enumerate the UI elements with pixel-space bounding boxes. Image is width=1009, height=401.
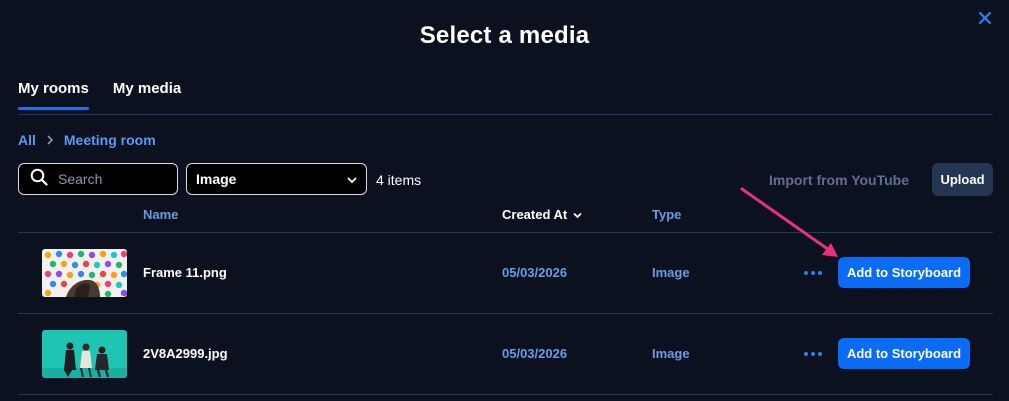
tabs-divider — [18, 114, 993, 115]
tab-my-rooms[interactable]: My rooms — [18, 80, 89, 110]
file-name: 2V8A2999.jpg — [143, 346, 228, 361]
item-count: 4 items — [376, 172, 422, 188]
thumbnail-image — [42, 330, 127, 378]
type-filter-value: Image — [196, 171, 237, 187]
row-divider — [18, 394, 993, 395]
created-date: 05/03/2026 — [502, 265, 568, 280]
more-icon[interactable] — [804, 263, 824, 283]
import-youtube-link[interactable]: Import from YouTube — [769, 172, 909, 188]
column-type[interactable]: Type — [652, 207, 681, 222]
file-type: Image — [652, 346, 690, 361]
table-row[interactable]: 2V8A2999.jpg 05/03/2026 Image Add to Sto… — [0, 314, 1009, 394]
upload-button[interactable]: Upload — [932, 163, 993, 196]
breadcrumb-current[interactable]: Meeting room — [64, 132, 156, 148]
type-filter-select[interactable]: Image — [186, 163, 367, 195]
tab-bar: My rooms My media — [18, 80, 181, 110]
more-icon[interactable] — [804, 344, 824, 364]
toolbar: Image 4 items Import from YouTube Upload — [18, 163, 993, 196]
column-name[interactable]: Name — [143, 207, 178, 222]
table-row[interactable]: Frame 11.png 05/03/2026 Image Add to Sto… — [0, 233, 1009, 313]
created-date: 05/03/2026 — [502, 346, 568, 361]
search-box[interactable] — [18, 163, 178, 195]
file-type: Image — [652, 265, 690, 280]
chevron-down-icon — [347, 171, 357, 187]
chevron-right-icon — [46, 133, 54, 148]
search-input[interactable] — [58, 171, 168, 187]
breadcrumb-root[interactable]: All — [18, 132, 36, 148]
dialog-title: Select a media — [419, 22, 590, 49]
search-icon — [30, 168, 48, 191]
file-name: Frame 11.png — [143, 265, 227, 280]
table-header: Name Created At Type — [0, 207, 1009, 227]
breadcrumb: All Meeting room — [18, 132, 156, 148]
sort-down-icon — [573, 207, 582, 222]
add-to-storyboard-button[interactable]: Add to Storyboard — [838, 338, 970, 369]
tab-my-media[interactable]: My media — [113, 80, 181, 110]
thumbnail-image — [42, 249, 127, 297]
add-to-storyboard-button[interactable]: Add to Storyboard — [838, 257, 970, 288]
column-created-at-label: Created At — [502, 207, 568, 222]
column-created-at[interactable]: Created At — [502, 207, 582, 222]
